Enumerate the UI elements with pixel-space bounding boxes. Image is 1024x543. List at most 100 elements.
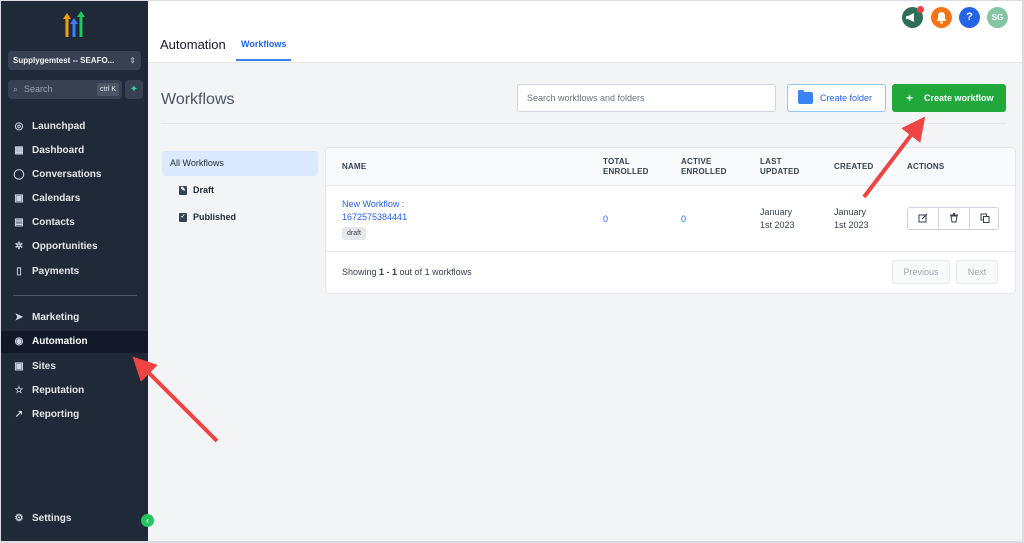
col-actions: ACTIONS [907, 162, 945, 171]
created-line1: January [834, 207, 867, 217]
sidebar-item-reporting[interactable]: ↗ Reporting [1, 404, 148, 426]
sidebar-item-launchpad[interactable]: ◎ Launchpad [1, 116, 148, 138]
sidebar-item-settings[interactable]: ⚙ Settings [1, 508, 148, 530]
col-total-enrolled: TOTAL ENROLLED [603, 157, 649, 177]
create-workflow-button[interactable]: + Create workflow [892, 84, 1006, 112]
col-updated-line1: LAST [760, 157, 782, 166]
col-created: CREATED [834, 162, 874, 171]
col-updated-line2: UPDATED [760, 167, 800, 176]
trend-icon: ↗ [14, 409, 24, 420]
sites-icon: ▣ [14, 361, 24, 372]
filter-draft-label: Draft [193, 185, 215, 195]
create-folder-button[interactable]: Create folder [787, 84, 886, 112]
sidebar-item-contacts[interactable]: ▤ Contacts [1, 212, 148, 234]
workflow-name-line1: New Workflow : [342, 199, 405, 209]
sidebar-item-label: Conversations [32, 169, 102, 180]
account-switcher[interactable]: Supplygemtest -- SEAFO... ⇕ [8, 51, 141, 70]
filter-all-workflows[interactable]: All Workflows [162, 151, 318, 176]
col-active-enrolled: ACTIVE ENROLLED [681, 157, 727, 177]
notification-dot [917, 6, 924, 13]
account-name: Supplygemtest -- SEAFO... [13, 56, 115, 65]
col-total-line1: TOTAL [603, 157, 630, 166]
col-total-line2: ENROLLED [603, 167, 649, 176]
page-title: Workflows [161, 91, 235, 108]
gear-icon: ⚙ [14, 513, 24, 524]
collapse-sidebar-icon[interactable]: ‹ [141, 514, 154, 527]
col-active-line2: ENROLLED [681, 167, 727, 176]
workflow-name-link[interactable]: New Workflow : 1672575384441 [342, 198, 407, 224]
logo-icon[interactable] [59, 11, 89, 41]
filter-published-label: Published [193, 212, 237, 222]
sidebar-item-automation[interactable]: ◉ Automation [1, 331, 148, 353]
sidebar-item-opportunities[interactable]: ✲ Opportunities [1, 236, 148, 258]
next-button[interactable]: Next [956, 260, 998, 284]
sidebar-item-conversations[interactable]: ◯ Conversations [1, 164, 148, 186]
avatar[interactable]: SG [987, 7, 1008, 28]
showing-suffix: out of 1 workflows [397, 267, 472, 277]
edit-icon[interactable] [908, 208, 938, 229]
opportunities-icon: ✲ [14, 241, 24, 252]
active-enrolled-value[interactable]: 0 [681, 213, 686, 226]
sidebar-item-marketing[interactable]: ➤ Marketing [1, 307, 148, 329]
sidebar-item-sites[interactable]: ▣ Sites [1, 356, 148, 378]
sidebar-item-label: Sites [32, 361, 56, 372]
pagination-summary: Showing 1 - 1 out of 1 workflows [342, 267, 472, 277]
payments-icon: ▯ [16, 266, 22, 277]
create-folder-label: Create folder [820, 93, 873, 103]
col-active-line1: ACTIVE [681, 157, 712, 166]
grid-icon: ▦ [14, 145, 24, 156]
filter-draft[interactable]: ✎ Draft [179, 185, 214, 195]
rocket-icon: ◎ [14, 121, 24, 132]
created-value: January 1st 2023 [834, 206, 869, 232]
star-icon: ☆ [14, 385, 24, 396]
help-icon[interactable]: ? [959, 7, 980, 28]
sidebar: Supplygemtest -- SEAFO... ⇕ ⌕ Search ctr… [1, 1, 148, 541]
announcement-icon[interactable] [902, 6, 924, 28]
header-divider [161, 123, 1006, 124]
chat-icon: ◯ [13, 169, 25, 180]
last-updated-value: January 1st 2023 [760, 206, 795, 232]
sidebar-item-label: Launchpad [32, 121, 86, 132]
search-placeholder: Search [24, 84, 53, 94]
sidebar-item-dashboard[interactable]: ▦ Dashboard [1, 140, 148, 162]
updated-line1: January [760, 207, 793, 217]
sidebar-divider [13, 295, 137, 296]
folder-icon [798, 90, 813, 104]
filter-published[interactable]: ✓ Published [179, 212, 236, 222]
previous-button[interactable]: Previous [892, 260, 950, 284]
copy-icon[interactable] [969, 208, 999, 229]
workflow-search-input[interactable]: Search workflows and folders [517, 84, 776, 112]
sidebar-item-reputation[interactable]: ☆ Reputation [1, 380, 148, 402]
draft-icon: ✎ [179, 186, 187, 195]
showing-range: 1 - 1 [379, 267, 398, 277]
sidebar-item-label: Calendars [32, 193, 81, 204]
sidebar-item-label: Marketing [32, 312, 80, 323]
sidebar-item-label: Opportunities [32, 241, 98, 252]
sidebar-item-payments[interactable]: ▯ Payments [1, 261, 148, 283]
delete-icon[interactable] [938, 208, 968, 229]
workflows-table: NAME TOTAL ENROLLED ACTIVE ENROLLED LAST… [326, 148, 1015, 293]
send-icon: ➤ [14, 312, 24, 323]
sidebar-search[interactable]: ⌕ Search ctrl K [8, 80, 122, 99]
sidebar-item-label: Automation [32, 336, 88, 347]
quick-action-icon[interactable]: ✦ [125, 80, 143, 99]
sidebar-item-label: Settings [32, 513, 72, 524]
bell-glyph-icon [936, 12, 947, 24]
col-name: NAME [342, 162, 367, 171]
create-workflow-label: Create workflow [924, 93, 994, 103]
page-section-title: Automation [160, 37, 226, 52]
sidebar-item-calendars[interactable]: ▣ Calendars [1, 188, 148, 210]
created-line2: 1st 2023 [834, 220, 869, 230]
tab-workflows[interactable]: Workflows [236, 39, 292, 61]
status-badge: draft [342, 227, 367, 240]
showing-prefix: Showing [342, 267, 380, 277]
sidebar-item-label: Reputation [32, 385, 85, 396]
table-header: NAME TOTAL ENROLLED ACTIVE ENROLLED LAST… [326, 148, 1015, 186]
search-shortcut: ctrl K [97, 83, 119, 96]
automation-icon: ◉ [14, 336, 24, 347]
search-icon: ⌕ [13, 84, 19, 94]
total-enrolled-value[interactable]: 0 [603, 213, 608, 226]
sidebar-item-label: Contacts [32, 217, 75, 228]
app-window: Supplygemtest -- SEAFO... ⇕ ⌕ Search ctr… [1, 1, 1022, 541]
bell-icon[interactable] [931, 7, 952, 28]
